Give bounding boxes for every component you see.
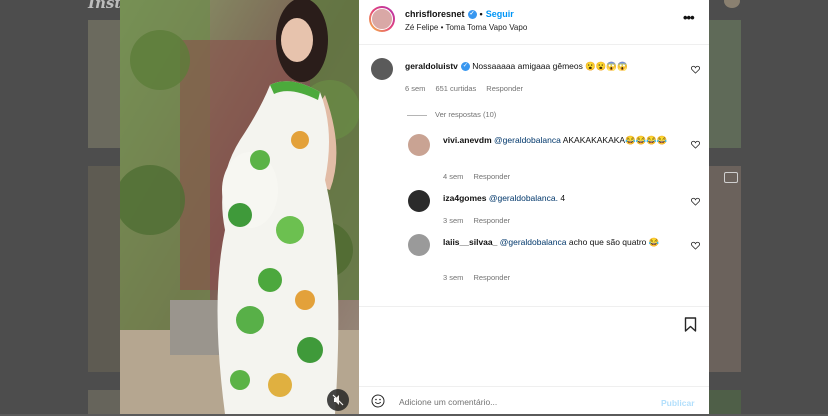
mention-link[interactable]: @geraldobalanca (500, 237, 567, 247)
feed-thumbnail (709, 390, 741, 414)
comment-meta: 3 sem Responder (443, 273, 520, 282)
comment-body: 4 (560, 193, 566, 203)
camera-icon (724, 172, 738, 183)
comment-time[interactable]: 3 sem (443, 216, 463, 225)
reply-button[interactable]: Responder (473, 172, 510, 181)
author-line: chrisfloresnet ✓ • Seguir (405, 9, 514, 20)
comment-input[interactable] (397, 393, 661, 411)
comment-time[interactable]: 4 sem (443, 172, 463, 181)
reply-button[interactable]: Responder (473, 216, 510, 225)
comment-username[interactable]: iza4gomes (443, 193, 486, 203)
commenter-avatar[interactable] (408, 134, 430, 156)
emoji-picker-icon[interactable] (371, 394, 385, 408)
post-photo[interactable] (120, 0, 359, 414)
author-avatar[interactable] (369, 6, 395, 32)
mention-link[interactable]: @geraldobalanca (494, 135, 561, 145)
comment-text: iza4gomes @geraldobalanca. 4 (443, 192, 673, 204)
comment-meta: 4 sem Responder (443, 172, 520, 181)
reply-button[interactable]: Responder (473, 273, 510, 282)
comment-time[interactable]: 3 sem (443, 273, 463, 282)
commenter-avatar[interactable] (408, 234, 430, 256)
verified-badge-icon: ✓ (460, 62, 470, 72)
post-header: chrisfloresnet ✓ • Seguir Zé Felipe • Toma … (359, 0, 709, 45)
separator-dot: • (479, 9, 483, 19)
mention-link[interactable]: @geraldobalanca. (489, 193, 558, 203)
feed-thumbnail (88, 20, 120, 148)
comment-username[interactable]: laiis__silvaa_ (443, 237, 497, 247)
commenter-avatar[interactable] (408, 190, 430, 212)
audio-track[interactable]: Zé Felipe • Toma Toma Vapo Vapo (405, 23, 527, 32)
comment-username[interactable]: geraldoluistv (405, 61, 458, 71)
follow-button[interactable]: Seguir (486, 9, 514, 19)
more-options-icon[interactable]: ••• (683, 10, 695, 25)
comment-body: AKAKAKAKAKA😂😂😂😂 (562, 135, 668, 145)
comment-text: geraldoluistv ✓ Nossaaaaa amigaaa gêmeos … (405, 60, 685, 72)
like-heart-icon[interactable] (691, 241, 700, 250)
feed-thumbnail (709, 20, 741, 148)
comment-body: acho que são quatro 😂 (568, 237, 660, 247)
publish-button[interactable]: Publicar (661, 398, 695, 408)
muted-speaker-icon (332, 394, 344, 406)
comments-list: geraldoluistv ✓ Nossaaaaa amigaaa gêmeos … (359, 44, 709, 306)
mute-audio-button[interactable] (327, 389, 349, 411)
view-replies-label: Ver respostas (10) (435, 110, 497, 119)
pregnant-woman-in-floral-dress-image (120, 0, 359, 414)
view-replies-button[interactable]: Ver respostas (10) (407, 110, 496, 119)
comment-text: laiis__silvaa_ @geraldobalanca acho que … (443, 236, 673, 248)
profile-avatar[interactable] (724, 0, 740, 8)
feed-thumbnail (709, 166, 741, 372)
post-details-panel: chrisfloresnet ✓ • Seguir Zé Felipe • Toma … (359, 0, 709, 414)
comment-meta: 3 sem Responder (443, 216, 520, 225)
comment-meta: 6 sem 651 curtidas Responder (405, 84, 533, 93)
post-actions-bar (359, 306, 709, 387)
comment-likes[interactable]: 651 curtidas (435, 84, 476, 93)
comment-username[interactable]: vivi.anevdm (443, 135, 492, 145)
commenter-avatar[interactable] (371, 58, 393, 80)
comment-body: Nossaaaaa amigaaa gêmeos 😮😮😱😱 (472, 61, 628, 71)
feed-thumbnail (88, 166, 120, 372)
comment-time[interactable]: 6 sem (405, 84, 425, 93)
comment-text: vivi.anevdm @geraldobalanca AKAKAKAKAKA😂… (443, 134, 673, 146)
divider-line (407, 114, 427, 116)
like-heart-icon[interactable] (691, 197, 700, 206)
verified-badge-icon: ✓ (467, 10, 477, 20)
add-comment-bar: Publicar (359, 386, 709, 415)
like-heart-icon[interactable] (691, 65, 700, 74)
author-username[interactable]: chrisfloresnet (405, 9, 465, 19)
bookmark-icon[interactable] (684, 317, 697, 332)
like-heart-icon[interactable] (691, 140, 700, 149)
feed-thumbnail (88, 390, 120, 414)
reply-button[interactable]: Responder (486, 84, 523, 93)
